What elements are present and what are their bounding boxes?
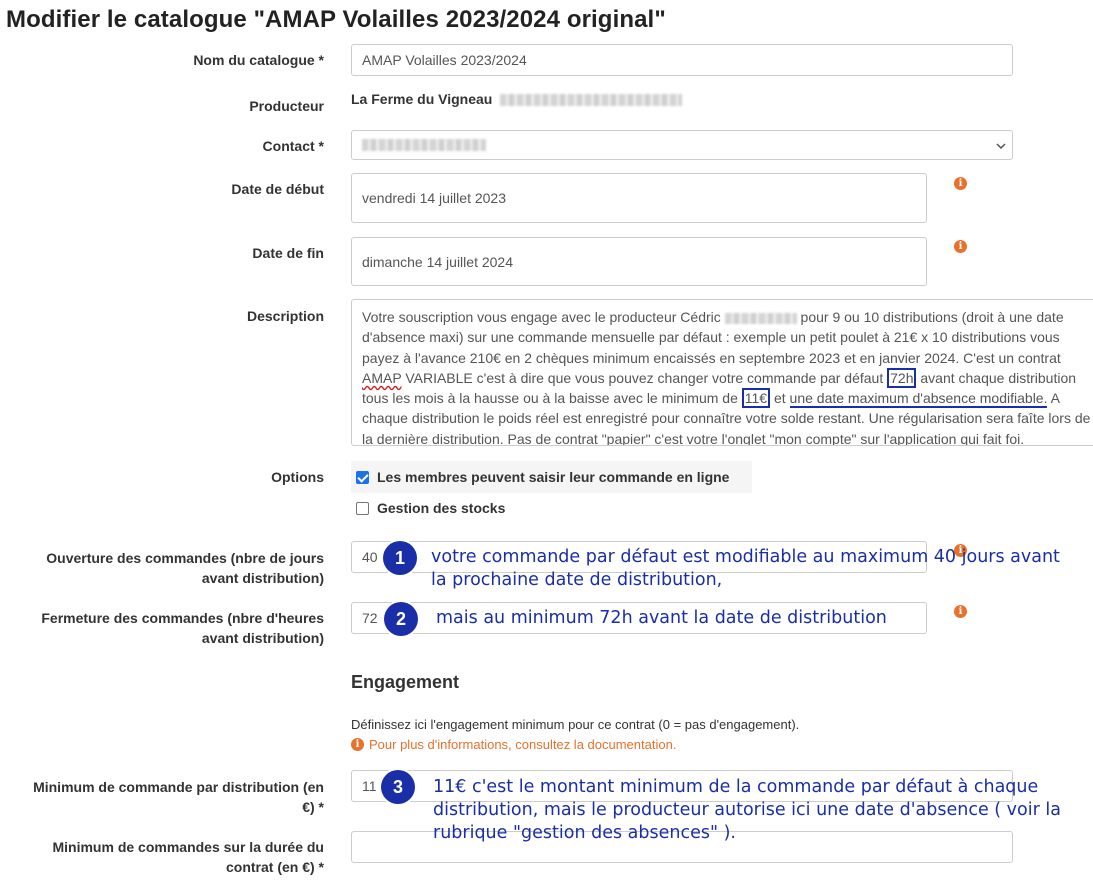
producer-value: La Ferme du Vigneau (351, 91, 683, 107)
min-total-label-line2: contrat (en €) * (225, 859, 324, 875)
producer-name: La Ferme du Vigneau (351, 91, 493, 107)
engagement-help-text: Définissez ici l'engagement minimum pour… (351, 717, 800, 732)
online-orders-label: Les membres peuvent saisir leur commande… (377, 469, 730, 485)
info-icon[interactable]: i (954, 177, 967, 190)
engagement-title: Engagement (351, 672, 460, 692)
description-textarea[interactable]: Votre souscription vous engage avec le p… (351, 299, 1093, 446)
catalog-name-label: Nom du catalogue * (193, 52, 324, 68)
annotation-badge-1: 1 (383, 541, 417, 575)
redacted-producer-detail (500, 94, 683, 107)
highlight-absence: une date maximum d'absence modifiable. (789, 390, 1048, 409)
orders-close-label: Fermeture des commandes (nbre d'heures a… (41, 608, 324, 648)
end-date-label: Date de fin (252, 245, 324, 261)
info-icon[interactable]: i (954, 605, 967, 618)
option-online-orders[interactable]: Les membres peuvent saisir leur commande… (351, 461, 752, 493)
options-label: Options (271, 469, 324, 485)
stock-management-checkbox[interactable] (356, 501, 369, 515)
option-stock-management[interactable]: Gestion des stocks (356, 500, 505, 516)
annotation-text-3: 11€ c'est le montant minimum de la comma… (433, 776, 1061, 845)
producer-label: Producteur (249, 98, 324, 114)
chevron-down-icon (996, 143, 1006, 149)
description-text-1: Votre souscription vous engage avec le p… (362, 309, 721, 325)
min-per-distribution-label-line2: €) * (302, 799, 324, 815)
end-date-input[interactable]: dimanche 14 juillet 2024 (351, 237, 927, 286)
min-per-distribution-label: Minimum de commande par distribution (en… (33, 777, 324, 817)
catalog-name-input[interactable]: AMAP Volailles 2023/2024 (351, 44, 1013, 76)
annotation-1-line2: la prochaine date de distribution, (431, 570, 723, 590)
annotation-2-line1: mais au minimum 72h avant la date de dis… (436, 608, 887, 628)
annotation-1-line1: votre commande par défaut est modifiable… (431, 547, 1060, 567)
documentation-link[interactable]: i Pour plus d'informations, consultez la… (351, 737, 676, 752)
min-total-label: Minimum de commandes sur la durée du con… (52, 837, 324, 877)
highlight-11-euro: 11€ (741, 388, 771, 409)
info-icon[interactable]: i (954, 240, 967, 253)
stock-management-label: Gestion des stocks (377, 500, 506, 516)
info-icon: i (351, 738, 364, 751)
annotation-3-line3: rubrique "gestion des absences" ). (433, 823, 736, 843)
online-orders-checkbox[interactable] (356, 470, 369, 484)
min-total-label-line1: Minimum de commandes sur la durée du (52, 839, 324, 855)
orders-open-label-line1: Ouverture des commandes (nbre de jours (46, 550, 324, 566)
annotation-3-line1: 11€ c'est le montant minimum de la comma… (433, 777, 1039, 797)
description-spellcheck-word: AMAP (362, 369, 402, 386)
start-date-input[interactable]: vendredi 14 juillet 2023 (351, 173, 927, 223)
orders-open-label: Ouverture des commandes (nbre de jours a… (46, 548, 324, 588)
redacted-producer-surname (724, 312, 797, 324)
min-per-distribution-label-line1: Minimum de commande par distribution (en (33, 779, 324, 795)
contact-select[interactable] (351, 130, 1013, 160)
start-date-label: Date de début (231, 181, 324, 197)
annotation-badge-2: 2 (384, 602, 418, 636)
description-text-3: VARIABLE c'est à dire que vous pouvez ch… (401, 369, 888, 386)
orders-close-label-line1: Fermeture des commandes (nbre d'heures (41, 610, 324, 626)
description-text-5: et (770, 390, 790, 407)
annotation-text-1: votre commande par défaut est modifiable… (431, 546, 1060, 592)
description-label: Description (246, 308, 324, 324)
annotation-3-line2: distribution, mais le producteur autoris… (433, 800, 1061, 820)
orders-close-label-line2: avant distribution) (201, 630, 324, 646)
contact-label: Contact * (262, 138, 324, 154)
end-date-value: dimanche 14 juillet 2024 (362, 253, 513, 270)
orders-open-value: 40 (362, 549, 378, 565)
annotation-badge-3: 3 (381, 770, 415, 804)
start-date-value: vendredi 14 juillet 2023 (362, 190, 506, 206)
annotation-text-2: mais au minimum 72h avant la date de dis… (436, 607, 887, 630)
highlight-72h: 72h (887, 367, 917, 388)
catalog-name-value: AMAP Volailles 2023/2024 (362, 52, 527, 68)
min-per-distribution-value: 11 (362, 778, 377, 794)
redacted-contact-name (362, 139, 486, 151)
documentation-link-text[interactable]: Pour plus d'informations, consultez la d… (369, 737, 676, 752)
orders-close-value: 72 (362, 610, 378, 626)
page-title: Modifier le catalogue "AMAP Volailles 20… (6, 6, 666, 33)
orders-open-label-line2: avant distribution) (201, 570, 324, 586)
